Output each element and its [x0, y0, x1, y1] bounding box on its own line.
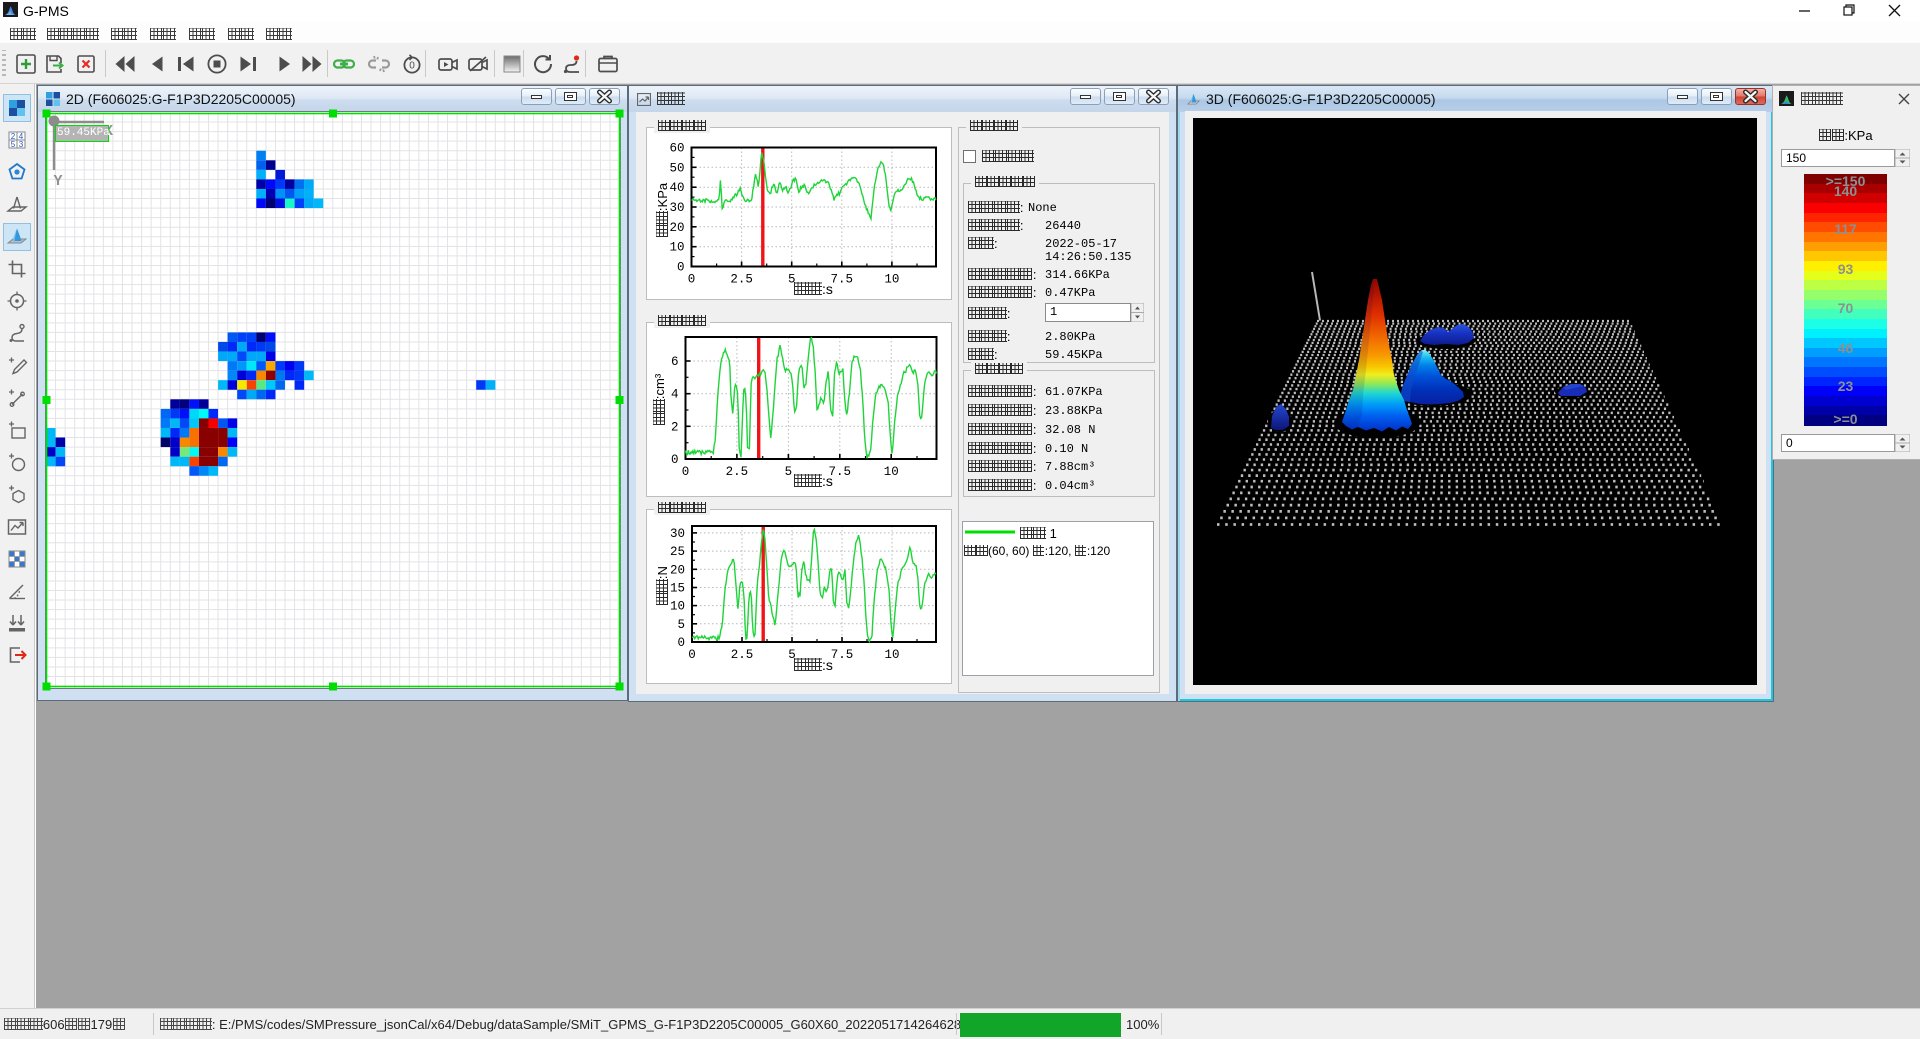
svg-text:20: 20: [670, 563, 685, 577]
svg-text:0: 0: [677, 261, 685, 275]
svg-text:10: 10: [669, 241, 684, 255]
svg-text:30: 30: [670, 527, 685, 541]
svg-text:2.5: 2.5: [730, 273, 753, 287]
svg-text:0: 0: [409, 61, 415, 72]
svg-text:40: 40: [669, 181, 684, 195]
svg-text:5: 5: [785, 465, 793, 479]
svg-text:20: 20: [669, 221, 684, 235]
svg-text:4: 4: [671, 388, 679, 402]
svg-text:3: 3: [19, 140, 24, 149]
svg-text:0: 0: [677, 636, 685, 650]
svg-text:2.5: 2.5: [731, 648, 754, 662]
svg-text:10: 10: [670, 600, 685, 614]
svg-text:7.5: 7.5: [831, 273, 854, 287]
svg-text:0: 0: [671, 453, 679, 467]
svg-text:5: 5: [11, 140, 16, 149]
svg-text:2.5: 2.5: [726, 465, 749, 479]
svg-text:7.5: 7.5: [831, 648, 854, 662]
svg-text:30: 30: [669, 201, 684, 215]
svg-text:0: 0: [688, 648, 696, 662]
svg-text:10: 10: [884, 273, 899, 287]
svg-text:10: 10: [884, 648, 899, 662]
svg-text:2: 2: [671, 420, 679, 434]
svg-text:5: 5: [677, 618, 685, 632]
svg-text:15: 15: [670, 582, 685, 596]
svg-text:60: 60: [669, 142, 684, 156]
svg-text:50: 50: [669, 161, 684, 175]
svg-text:6: 6: [671, 355, 679, 369]
svg-text:10: 10: [884, 465, 899, 479]
svg-text:0: 0: [688, 273, 696, 287]
svg-text:25: 25: [670, 545, 685, 559]
svg-text:0: 0: [682, 465, 690, 479]
